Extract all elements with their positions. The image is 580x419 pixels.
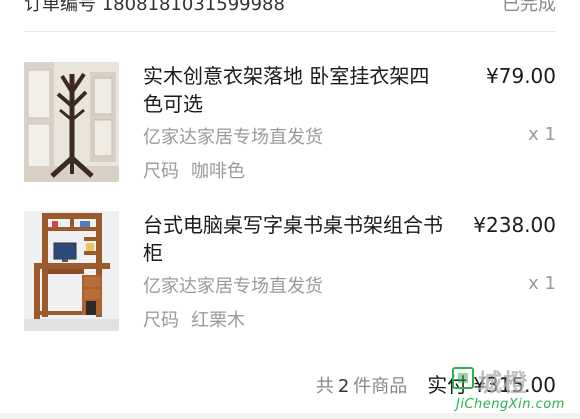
spec-value: 咖啡色 [191,161,245,182]
product-info: 台式电脑桌写字桌书桌书架组合书柜 亿家达家居专场直发货 尺码 红栗木 [143,211,443,331]
coat-rack-photo-icon [24,62,119,182]
product-quantity: x 1 [528,124,556,145]
product-price: ¥238.00 [473,213,556,237]
site-watermark: 城橙 JiChengXin.com [452,365,574,419]
bottom-divider [0,413,580,419]
product-title[interactable]: 实木创意衣架落地 卧室挂衣架四色可选 [143,62,443,118]
order-status: 已完成 [502,0,556,15]
order-item[interactable]: 台式电脑桌写字桌书桌书架组合书柜 亿家达家居专场直发货 尺码 红栗木 ¥238.0… [24,211,556,331]
order-number: 订单编号 1808181031599988 [24,0,285,15]
spec-label: 尺码 [143,161,179,182]
watermark-logo-icon [452,367,474,389]
shop-name: 亿家达家居专场直发货 [143,127,323,148]
shop-name: 亿家达家居专场直发货 [143,276,323,297]
order-header: 订单编号 1808181031599988 已完成 [24,0,556,15]
product-quantity: x 1 [528,273,556,294]
item-count: 共 2 件商品 [315,376,408,397]
product-thumbnail[interactable] [24,62,119,182]
product-spec: 尺码 咖啡色 [143,157,245,183]
watermark-chars: 城橙 [478,369,528,397]
divider [24,31,556,32]
product-title[interactable]: 台式电脑桌写字桌书桌书架组合书柜 [143,211,443,267]
product-thumbnail[interactable] [24,211,119,331]
product-spec: 尺码 红栗木 [143,306,245,332]
product-info: 实木创意衣架落地 卧室挂衣架四色可选 亿家达家居专场直发货 尺码 咖啡色 [143,62,443,182]
watermark-url: JiChengXin.com [456,397,565,412]
spec-value: 红栗木 [191,310,245,331]
product-price: ¥79.00 [486,64,556,88]
order-item[interactable]: 实木创意衣架落地 卧室挂衣架四色可选 亿家达家居专场直发货 尺码 咖啡色 ¥79.… [24,62,556,182]
computer-desk-photo-icon [24,211,119,331]
spec-label: 尺码 [143,310,179,331]
